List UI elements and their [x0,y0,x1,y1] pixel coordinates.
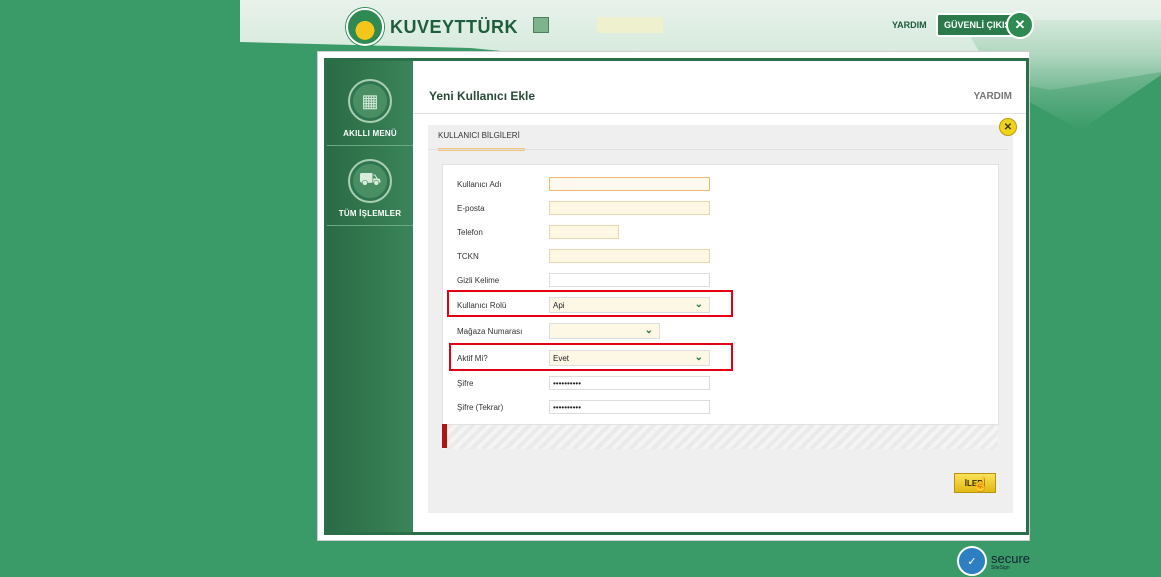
tab-user-info[interactable]: KULLANICI BİLGİLERİ [438,131,525,151]
secret-word-input[interactable] [549,273,710,287]
sidebar-item-smart-menu[interactable]: ▦ AKILLI MENÜ [327,79,413,138]
logout-label: GÜVENLİ ÇIKIŞ [944,20,1011,30]
store-number-select[interactable]: ⌄ [549,323,660,339]
frame-inner: ▦ AKILLI MENÜ ⛟ TÜM İŞLEMLER Yeni Kullan… [324,58,1029,535]
active-highlight [449,343,733,371]
sidebar: ▦ AKILLI MENÜ ⛟ TÜM İŞLEMLER [327,61,413,532]
sidebar-item-label: TÜM İŞLEMLER [338,209,402,218]
email-label: E-posta [457,204,485,213]
tab-label: KULLANICI BİLGİLERİ [438,131,520,140]
brand-logo[interactable]: KUVEYTTÜRK [346,8,518,46]
password-input[interactable]: •••••••••• [549,376,710,390]
email-input[interactable] [549,201,710,215]
logout-close-icon: ✕ [1006,11,1034,39]
password-repeat-input[interactable]: •••••••••• [549,400,710,414]
secure-logout-button[interactable]: GÜVENLİ ÇIKIŞ ✕ [936,11,1034,39]
message-strip-marker [442,424,447,448]
chevron-down-icon: ⌄ [644,325,653,336]
main-frame: ▦ AKILLI MENÜ ⛟ TÜM İŞLEMLER Yeni Kullan… [318,52,1029,540]
page-help-link[interactable]: YARDIM [973,91,1012,102]
password-repeat-label: Şifre (Tekrar) [457,403,504,412]
store-number-label: Mağaza Numarası [457,327,523,336]
phone-label: Telefon [457,228,483,237]
sidebar-divider [327,225,413,226]
password-label: Şifre [457,379,474,388]
content-area: Yeni Kullanıcı Ekle YARDIM ✕ KULLANICI B… [413,61,1026,532]
palm-logo-icon [346,8,384,46]
secure-label: secure [991,550,1031,566]
sidebar-divider [327,145,413,146]
close-icon[interactable]: ✕ [999,118,1017,136]
tab-divider [428,149,1008,150]
hand-cursor-icon: ☝ [972,476,990,492]
tckn-input[interactable] [549,249,710,263]
brand-name: KUVEYTTÜRK [390,16,519,37]
secret-word-label: Gizli Kelime [457,276,500,285]
username-label: Kullanıcı Adı [457,180,502,189]
user-role-highlight [447,290,733,317]
sidebar-item-label: AKILLI MENÜ [343,129,397,138]
message-strip [442,424,998,449]
lock-icon: ✓ [957,546,987,576]
phone-input[interactable] [549,225,619,239]
user-form: Kullanıcı Adı E-posta Telefon TCKN Gizli… [442,164,999,426]
header-help-link[interactable]: YARDIM [892,20,927,30]
sidebar-item-all-transactions[interactable]: ⛟ TÜM İŞLEMLER [327,159,413,218]
grid-icon: ▦ [348,79,392,123]
top-highlight-field [597,17,663,33]
title-bar: Yeni Kullanıcı Ekle YARDIM [413,61,1026,114]
calendar-icon[interactable] [533,17,549,33]
page-title: Yeni Kullanıcı Ekle [429,89,536,103]
tckn-label: TCKN [457,252,479,261]
secure-badge[interactable]: ✓ secure SiteSign [957,546,1030,576]
username-input[interactable] [549,177,710,191]
cart-icon: ⛟ [348,159,392,203]
